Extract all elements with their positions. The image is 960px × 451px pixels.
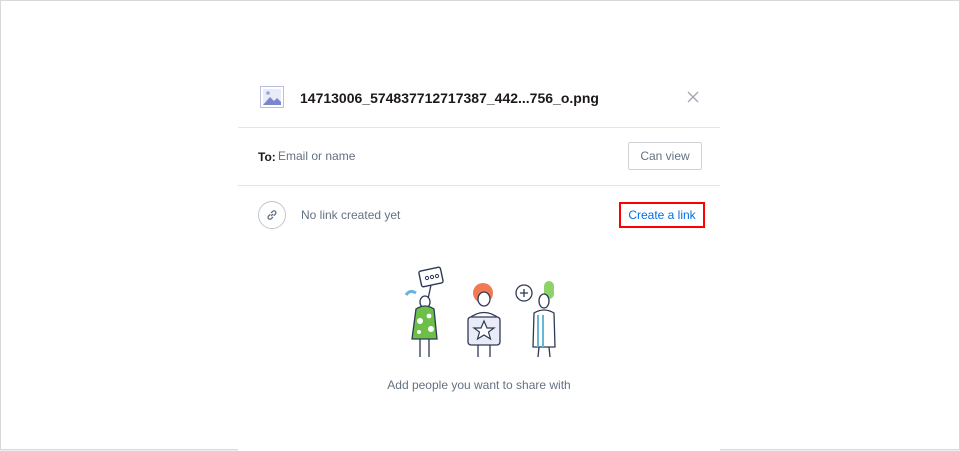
image-file-icon bbox=[260, 86, 284, 108]
link-status-text: No link created yet bbox=[301, 208, 401, 222]
file-name: 14713006_574837712717387_442...756_o.png bbox=[300, 90, 599, 106]
share-dialog: 14713006_574837712717387_442...756_o.png… bbox=[238, 61, 720, 451]
person-with-star-icon bbox=[467, 283, 501, 357]
to-label: To: bbox=[258, 150, 276, 164]
link-icon-badge bbox=[258, 201, 286, 229]
person-with-sign-icon bbox=[404, 266, 444, 357]
people-illustration bbox=[404, 266, 556, 358]
link-row: No link created yet Create a link bbox=[238, 186, 720, 246]
create-link-button[interactable]: Create a link bbox=[619, 202, 705, 228]
empty-state-message: Add people you want to share with bbox=[387, 378, 571, 392]
email-or-name-input[interactable] bbox=[278, 144, 578, 168]
link-icon bbox=[267, 210, 277, 220]
dialog-header: 14713006_574837712717387_442...756_o.png bbox=[238, 61, 720, 128]
person-with-plus-icon bbox=[515, 281, 556, 358]
permission-button[interactable]: Can view bbox=[628, 142, 702, 170]
share-to-row: To: Can view bbox=[238, 128, 720, 186]
close-icon[interactable] bbox=[686, 90, 700, 104]
page-frame: 14713006_574837712717387_442...756_o.png… bbox=[0, 0, 960, 451]
